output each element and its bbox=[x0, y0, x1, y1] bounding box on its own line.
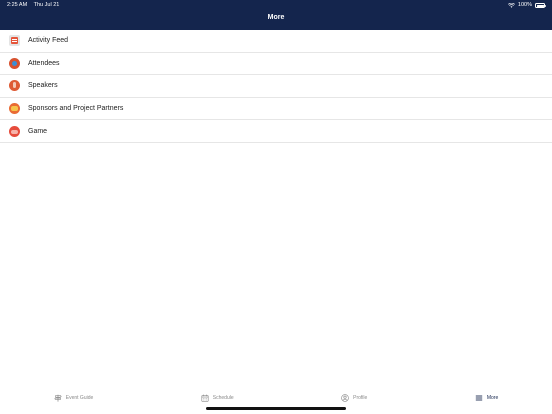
speakers-icon bbox=[9, 80, 20, 92]
menu-item-label: Speakers bbox=[28, 82, 58, 90]
status-left: 2:25 AM Thu Jul 21 bbox=[7, 0, 64, 11]
more-menu-list: Activity Feed Attendees Speakers Sponsor… bbox=[0, 30, 552, 143]
tab-label: Event Guide bbox=[65, 395, 94, 401]
menu-item-sponsors[interactable]: Sponsors and Project Partners bbox=[0, 98, 552, 121]
tab-more[interactable]: More bbox=[475, 394, 498, 402]
tab-bar: Event Guide Schedule Profile More bbox=[0, 390, 552, 406]
signpost-icon bbox=[54, 394, 62, 402]
menu-item-speakers[interactable]: Speakers bbox=[0, 75, 552, 98]
tab-profile[interactable]: Profile bbox=[341, 394, 367, 402]
person-icon bbox=[341, 394, 349, 402]
menu-item-label: Attendees bbox=[28, 59, 60, 67]
menu-item-label: Sponsors and Project Partners bbox=[28, 105, 124, 113]
header: 2:25 AM Thu Jul 21 100% More bbox=[0, 0, 552, 30]
sponsors-icon bbox=[9, 103, 20, 115]
menu-item-activity-feed[interactable]: Activity Feed bbox=[0, 30, 552, 53]
menu-icon bbox=[475, 395, 483, 401]
menu-item-attendees[interactable]: Attendees bbox=[0, 53, 552, 76]
status-right: 100% bbox=[507, 0, 546, 11]
tab-label: Schedule bbox=[212, 395, 234, 401]
tab-event-guide[interactable]: Event Guide bbox=[54, 394, 94, 402]
attendees-icon bbox=[9, 57, 20, 69]
tab-schedule[interactable]: Schedule bbox=[201, 394, 234, 402]
home-indicator[interactable] bbox=[206, 407, 346, 410]
battery-icon bbox=[535, 3, 546, 8]
game-controller-icon bbox=[9, 125, 20, 137]
page-title: More bbox=[267, 14, 285, 21]
wifi-icon bbox=[507, 3, 515, 8]
status-time: 2:25 AM bbox=[7, 2, 28, 8]
activity-feed-icon bbox=[9, 35, 20, 47]
status-bar: 2:25 AM Thu Jul 21 100% bbox=[0, 0, 552, 11]
tab-label: Profile bbox=[353, 395, 368, 401]
calendar-icon bbox=[201, 394, 209, 402]
menu-item-game[interactable]: Game bbox=[0, 120, 552, 143]
menu-item-label: Game bbox=[28, 127, 48, 135]
menu-item-label: Activity Feed bbox=[28, 37, 69, 45]
tab-label: More bbox=[486, 395, 499, 401]
battery-percent: 100% bbox=[517, 2, 532, 8]
status-date: Thu Jul 21 bbox=[33, 2, 60, 8]
